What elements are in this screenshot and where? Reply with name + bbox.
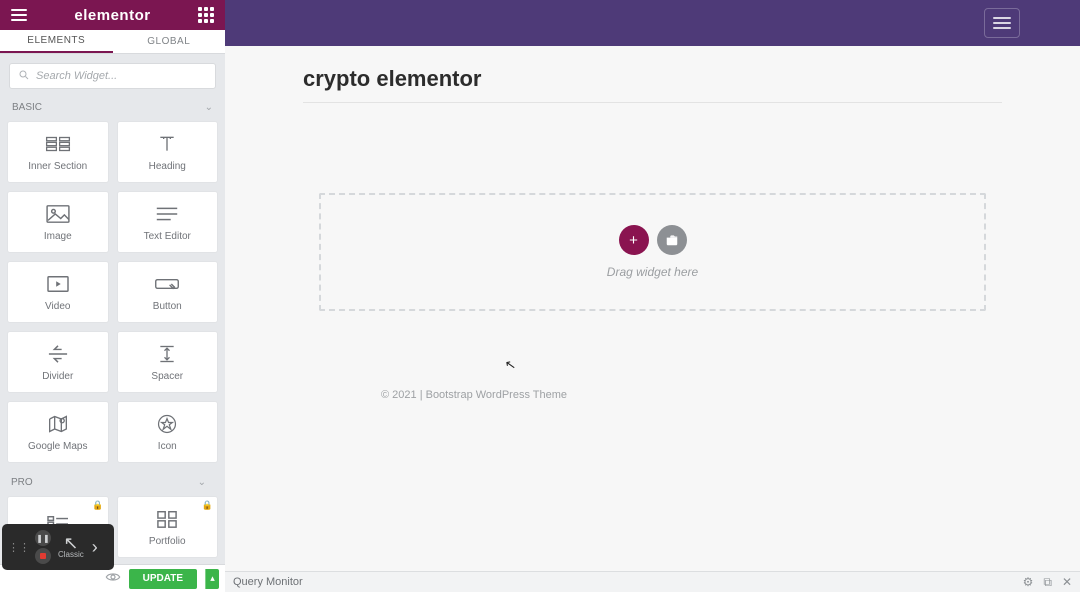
site-footer-text: © 2021 | Bootstrap WordPress Theme — [303, 389, 1002, 401]
button-icon — [154, 273, 180, 295]
widgets-list: Inner Section Heading Image — [0, 117, 225, 564]
chevron-down-icon: ⌄ — [198, 477, 206, 488]
widget-divider[interactable]: Divider — [7, 331, 109, 393]
widget-label: Video — [45, 301, 70, 312]
heading-icon — [154, 133, 180, 155]
stop-button[interactable] — [35, 548, 51, 564]
widget-spacer[interactable]: Spacer — [117, 331, 219, 393]
inner-section-icon — [45, 133, 71, 155]
drop-zone[interactable]: + Drag widget here — [319, 193, 986, 311]
preview-icon[interactable] — [105, 571, 121, 586]
category-pro[interactable]: PRO ⌄ — [7, 473, 218, 492]
widget-label: Spacer — [151, 371, 183, 382]
menu-icon[interactable] — [10, 6, 28, 24]
category-basic[interactable]: BASIC ⌄ — [0, 98, 225, 117]
text-editor-icon — [154, 203, 180, 225]
recorder-next-button[interactable]: › — [88, 537, 102, 558]
status-bar: Query Monitor ⚙ ⧉ ✕ — [225, 571, 1080, 592]
cursor-mode-icon: ↖ — [63, 536, 78, 550]
lock-icon: 🔒 — [92, 500, 103, 511]
recorder-mode-label: Classic — [58, 550, 84, 559]
divider-icon — [45, 343, 71, 365]
restore-icon[interactable]: ⧉ — [1043, 575, 1052, 590]
star-icon — [154, 413, 180, 435]
chevron-down-icon: ⌄ — [205, 102, 213, 113]
widget-portfolio[interactable]: 🔒 Portfolio — [117, 496, 219, 558]
widget-label: Google Maps — [28, 441, 87, 452]
drag-handle-icon[interactable]: ⋮⋮ — [6, 541, 32, 554]
elementor-panel: elementor ELEMENTS GLOBAL BASIC ⌄ Inner … — [0, 0, 225, 592]
settings-icon[interactable]: ⚙ — [1023, 575, 1034, 589]
widget-inner-section[interactable]: Inner Section — [7, 121, 109, 183]
widget-label: Heading — [149, 161, 186, 172]
panel-header: elementor — [0, 0, 225, 30]
search-icon — [18, 69, 30, 84]
widget-text-editor[interactable]: Text Editor — [117, 191, 219, 253]
search-widget[interactable] — [9, 63, 216, 89]
preview-area: crypto elementor + Drag widget here © 20… — [225, 0, 1080, 571]
image-icon — [45, 203, 71, 225]
status-label[interactable]: Query Monitor — [233, 576, 303, 588]
update-button[interactable]: UPDATE — [129, 569, 197, 589]
widget-label: Inner Section — [28, 161, 87, 172]
category-basic-label: BASIC — [12, 102, 42, 113]
apps-icon[interactable] — [197, 6, 215, 24]
page-title: crypto elementor — [303, 66, 1002, 103]
site-header — [225, 0, 1080, 46]
recorder-mode[interactable]: ↖ Classic — [54, 536, 88, 559]
widget-label: Image — [44, 231, 72, 242]
pause-button[interactable]: ❚❚ — [35, 530, 51, 546]
screen-recorder-overlay[interactable]: ⋮⋮ ❚❚ ↖ Classic › — [2, 524, 114, 570]
widget-label: Text Editor — [144, 231, 191, 242]
tab-elements[interactable]: ELEMENTS — [0, 30, 113, 53]
site-menu-toggle[interactable] — [984, 8, 1020, 38]
widget-image[interactable]: Image — [7, 191, 109, 253]
add-section-button[interactable]: + — [619, 225, 649, 255]
close-icon[interactable]: ✕ — [1062, 575, 1072, 589]
widget-button[interactable]: Button — [117, 261, 219, 323]
widget-video[interactable]: Video — [7, 261, 109, 323]
search-input[interactable] — [36, 70, 207, 82]
lock-icon: 🔒 — [202, 500, 213, 511]
widget-label: Button — [153, 301, 182, 312]
widget-icon[interactable]: Icon — [117, 401, 219, 463]
tab-global[interactable]: GLOBAL — [113, 30, 226, 53]
portfolio-icon — [154, 508, 180, 530]
google-maps-icon — [45, 413, 71, 435]
video-icon — [45, 273, 71, 295]
widget-google-maps[interactable]: Google Maps — [7, 401, 109, 463]
widget-label: Icon — [158, 441, 177, 452]
spacer-icon — [154, 343, 180, 365]
widget-heading[interactable]: Heading — [117, 121, 219, 183]
category-pro-label: PRO — [11, 477, 33, 488]
widget-label: Portfolio — [149, 536, 186, 547]
drop-zone-label: Drag widget here — [607, 265, 698, 279]
add-template-button[interactable] — [657, 225, 687, 255]
widget-label: Divider — [42, 371, 73, 382]
elementor-logo: elementor — [74, 7, 150, 24]
update-options-button[interactable]: ▴ — [205, 569, 219, 589]
panel-tabs: ELEMENTS GLOBAL — [0, 30, 225, 54]
